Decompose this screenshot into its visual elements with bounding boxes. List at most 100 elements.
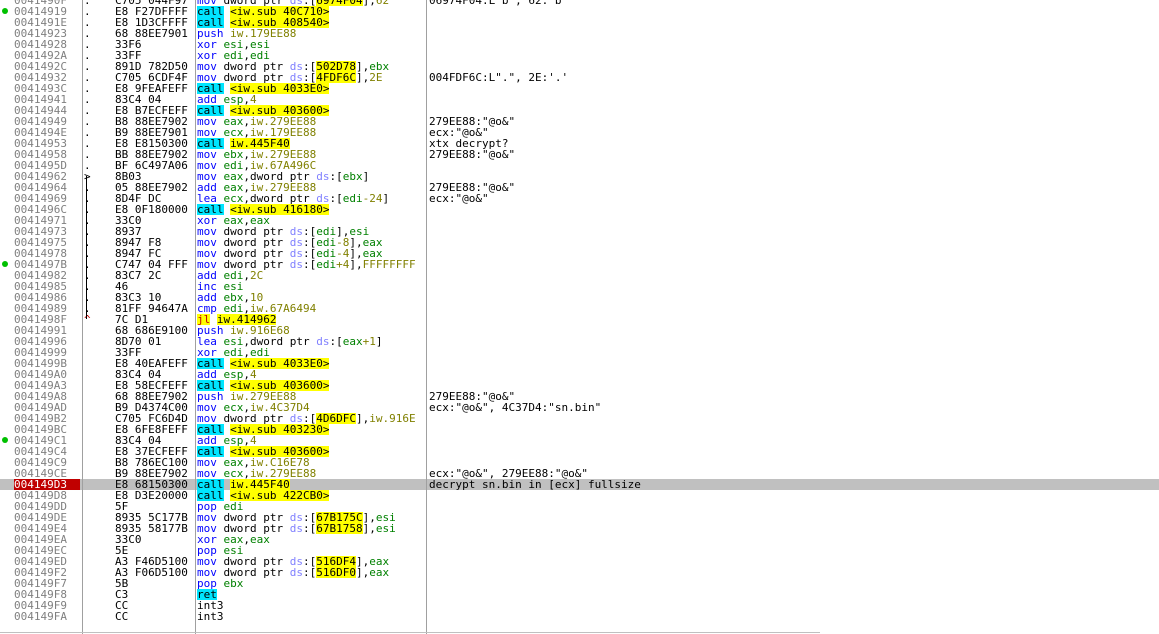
- bytes-cell[interactable]: E8 B7ECFEFF: [115, 105, 195, 116]
- instruction-row[interactable]: 004149F9 CC int3: [0, 600, 1159, 611]
- bytes-cell[interactable]: 33C0: [115, 534, 195, 545]
- bytes-cell[interactable]: 8937: [115, 226, 195, 237]
- bytes-cell[interactable]: 68 88EE7901: [115, 28, 195, 39]
- bytes-cell[interactable]: 5F: [115, 501, 195, 512]
- bytes-cell[interactable]: 83C4 04: [115, 94, 195, 105]
- instruction-cell[interactable]: mov dword ptr ds:[502D78],ebx: [197, 61, 425, 72]
- instruction-cell[interactable]: xor esi,esi: [197, 39, 425, 50]
- bytes-cell[interactable]: 83C7 2C: [115, 270, 195, 281]
- bytes-cell[interactable]: 8935 5C177B: [115, 512, 195, 523]
- instruction-cell[interactable]: call <iw.sub_4033E0>: [197, 83, 425, 94]
- comment-cell[interactable]: 279EE88:"@o&": [429, 149, 1129, 160]
- instruction-cell[interactable]: push iw.279EE88: [197, 391, 425, 402]
- instruction-cell[interactable]: ret: [197, 589, 425, 600]
- bytes-cell[interactable]: E8 58ECFEFF: [115, 380, 195, 391]
- bytes-cell[interactable]: 8D70 01: [115, 336, 195, 347]
- bytes-cell[interactable]: 46: [115, 281, 195, 292]
- bytes-cell[interactable]: B8 786EC100: [115, 457, 195, 468]
- bytes-cell[interactable]: A3 F06D5100: [115, 567, 195, 578]
- instruction-row[interactable]: 00414923. 68 88EE7901 push iw.179EE88: [0, 28, 1159, 39]
- instruction-row[interactable]: 004149CE B9 88EE7902 mov ecx,iw.279EE88 ecx…: [0, 468, 1159, 479]
- instruction-row[interactable]: 004149C9 B8 786EC100 mov eax,iw.C16E78: [0, 457, 1159, 468]
- bytes-cell[interactable]: B9 88EE7901: [115, 127, 195, 138]
- instruction-row[interactable]: 004149BC E8 6FE8FEFF call <iw.sub_403230>: [0, 424, 1159, 435]
- instruction-row[interactable]: 004149F2 A3 F06D5100 mov dword ptr ds:[516…: [0, 567, 1159, 578]
- instruction-row[interactable]: 00414932. C705 6CDF4F mov dword ptr ds:[4F…: [0, 72, 1159, 83]
- instruction-row[interactable]: 00414953. E8 E8150300 call iw.445F40 xtx de…: [0, 138, 1159, 149]
- bytes-cell[interactable]: E8 D3E20000: [115, 490, 195, 501]
- instruction-cell[interactable]: mov dword ptr ds:[67B1758],esi: [197, 523, 425, 534]
- bytes-cell[interactable]: 891D 782D50: [115, 61, 195, 72]
- instruction-row[interactable]: 004149A3 E8 58ECFEFF call <iw.sub_403600>: [0, 380, 1159, 391]
- bytes-cell[interactable]: E8 6FE8FEFF: [115, 424, 195, 435]
- bytes-cell[interactable]: 83C4 04: [115, 435, 195, 446]
- instruction-cell[interactable]: inc esi: [197, 281, 425, 292]
- comment-cell[interactable]: ecx:"@o&", 4C37D4:"sn.bin": [429, 402, 1129, 413]
- bytes-cell[interactable]: 68 88EE7902: [115, 391, 195, 402]
- bytes-cell[interactable]: 83C4 04: [115, 369, 195, 380]
- instruction-row[interactable]: 004149FA CC int3: [0, 611, 1159, 622]
- instruction-row[interactable]: 004149F8 C3 ret: [0, 589, 1159, 600]
- instruction-row[interactable]: 0041493C. E8 9FEAFEFF call <iw.sub_4033E0>: [0, 83, 1159, 94]
- bytes-cell[interactable]: B9 88EE7902: [115, 468, 195, 479]
- instruction-cell[interactable]: xor edi,edi: [197, 347, 425, 358]
- instruction-cell[interactable]: xor eax,eax: [197, 215, 425, 226]
- bytes-cell[interactable]: 8947 FC: [115, 248, 195, 259]
- bytes-cell[interactable]: B8 88EE7902: [115, 116, 195, 127]
- disassembly-listing[interactable]: 0041490F.C705 044F97mov dword ptr ds:[69…: [0, 0, 1159, 622]
- instruction-row[interactable]: 0041497B. C747 04 FFF mov dword ptr ds:[ed…: [0, 259, 1159, 270]
- instruction-row[interactable]: 00414989. 81FF 94647A cmp edi,iw.67A6494: [0, 303, 1159, 314]
- instruction-row[interactable]: 00414973. 8937 mov dword ptr ds:[edi],esi: [0, 226, 1159, 237]
- bytes-cell[interactable]: 5E: [115, 545, 195, 556]
- comment-cell[interactable]: ecx:"@o&", 279EE88:"@o&": [429, 468, 1129, 479]
- instruction-cell[interactable]: pop esi: [197, 545, 425, 556]
- bytes-cell[interactable]: E8 1D3CFFFF: [115, 17, 195, 28]
- instruction-row[interactable]: 00414975. 8947 F8 mov dword ptr ds:[edi-8]…: [0, 237, 1159, 248]
- instruction-row[interactable]: 00414982. 83C7 2C add edi,2C: [0, 270, 1159, 281]
- instruction-row[interactable]: 00414941. 83C4 04 add esp,4: [0, 94, 1159, 105]
- instruction-row[interactable]: 004149B2 C705 FC6D4D mov dword ptr ds:[4D6…: [0, 413, 1159, 424]
- instruction-row[interactable]: 004149F7 5B pop ebx: [0, 578, 1159, 589]
- instruction-cell[interactable]: mov dword ptr ds:[4D6DFC],iw.916E: [197, 413, 425, 424]
- instruction-row[interactable]: 0041498F ^ 7C D1 jl iw.414962: [0, 314, 1159, 325]
- comment-cell[interactable]: 279EE88:"@o&": [429, 182, 1129, 193]
- bytes-cell[interactable]: E8 68150300: [115, 479, 195, 490]
- bytes-cell[interactable]: 8D4F DC: [115, 193, 195, 204]
- instruction-cell[interactable]: mov ebx,iw.279EE88: [197, 149, 425, 160]
- instruction-cell[interactable]: call <iw.sub_416180>: [197, 204, 425, 215]
- instruction-row[interactable]: 0041495D. BF 6C497A06 mov edi,iw.67A496C: [0, 160, 1159, 171]
- bytes-cell[interactable]: CC: [115, 611, 195, 622]
- instruction-row[interactable]: 0041496C. E8 0F180000 call <iw.sub_416180>: [0, 204, 1159, 215]
- instruction-cell[interactable]: add esp,4: [197, 369, 425, 380]
- bytes-cell[interactable]: C705 6CDF4F: [115, 72, 195, 83]
- bytes-cell[interactable]: C747 04 FFF: [115, 259, 195, 270]
- bytes-cell[interactable]: 05 88EE7902: [115, 182, 195, 193]
- instruction-cell[interactable]: add esp,4: [197, 435, 425, 446]
- instruction-row[interactable]: 00414928. 33F6 xor esi,esi: [0, 39, 1159, 50]
- bytes-cell[interactable]: 68 686E9100: [115, 325, 195, 336]
- instruction-row[interactable]: 004149ED A3 F46D5100 mov dword ptr ds:[516…: [0, 556, 1159, 567]
- instruction-cell[interactable]: mov dword ptr ds:[4FDF6C],2E: [197, 72, 425, 83]
- instruction-cell[interactable]: int3: [197, 611, 425, 622]
- bytes-cell[interactable]: C3: [115, 589, 195, 600]
- instruction-cell[interactable]: mov dword ptr ds:[516DF0],eax: [197, 567, 425, 578]
- instruction-row[interactable]: 0041494E. B9 88EE7901 mov ecx,iw.179EE88 ec…: [0, 127, 1159, 138]
- bytes-cell[interactable]: 33FF: [115, 50, 195, 61]
- instruction-row[interactable]: 004149C4 E8 37ECFEFF call <iw.sub_403600>: [0, 446, 1159, 457]
- instruction-cell[interactable]: call <iw.sub_422CB0>: [197, 490, 425, 501]
- instruction-cell[interactable]: xor edi,edi: [197, 50, 425, 61]
- instruction-row[interactable]: 00414919. E8 F27DFFFF call <iw.sub_40C710>: [0, 6, 1159, 17]
- instruction-cell[interactable]: mov ecx,iw.4C37D4: [197, 402, 425, 413]
- current-instruction-row[interactable]: 004149D3 E8 68150300 call iw.445F40 decrypt…: [0, 479, 1159, 490]
- bytes-cell[interactable]: BB 88EE7902: [115, 149, 195, 160]
- instruction-cell[interactable]: mov dword ptr ds:[516DF4],eax: [197, 556, 425, 567]
- bytes-cell[interactable]: 33F6: [115, 39, 195, 50]
- bytes-cell[interactable]: 8947 F8: [115, 237, 195, 248]
- bytes-cell[interactable]: E8 F27DFFFF: [115, 6, 195, 17]
- bytes-cell[interactable]: E8 E8150300: [115, 138, 195, 149]
- instruction-cell[interactable]: call <iw.sub_40C710>: [197, 6, 425, 17]
- instruction-row[interactable]: 00414949. B8 88EE7902 mov eax,iw.279EE88 27…: [0, 116, 1159, 127]
- instruction-row[interactable]: 004149C1 83C4 04 add esp,4: [0, 435, 1159, 446]
- instruction-cell[interactable]: mov eax,dword ptr ds:[ebx]: [197, 171, 425, 182]
- comment-cell[interactable]: xtx decrypt?: [429, 138, 1129, 149]
